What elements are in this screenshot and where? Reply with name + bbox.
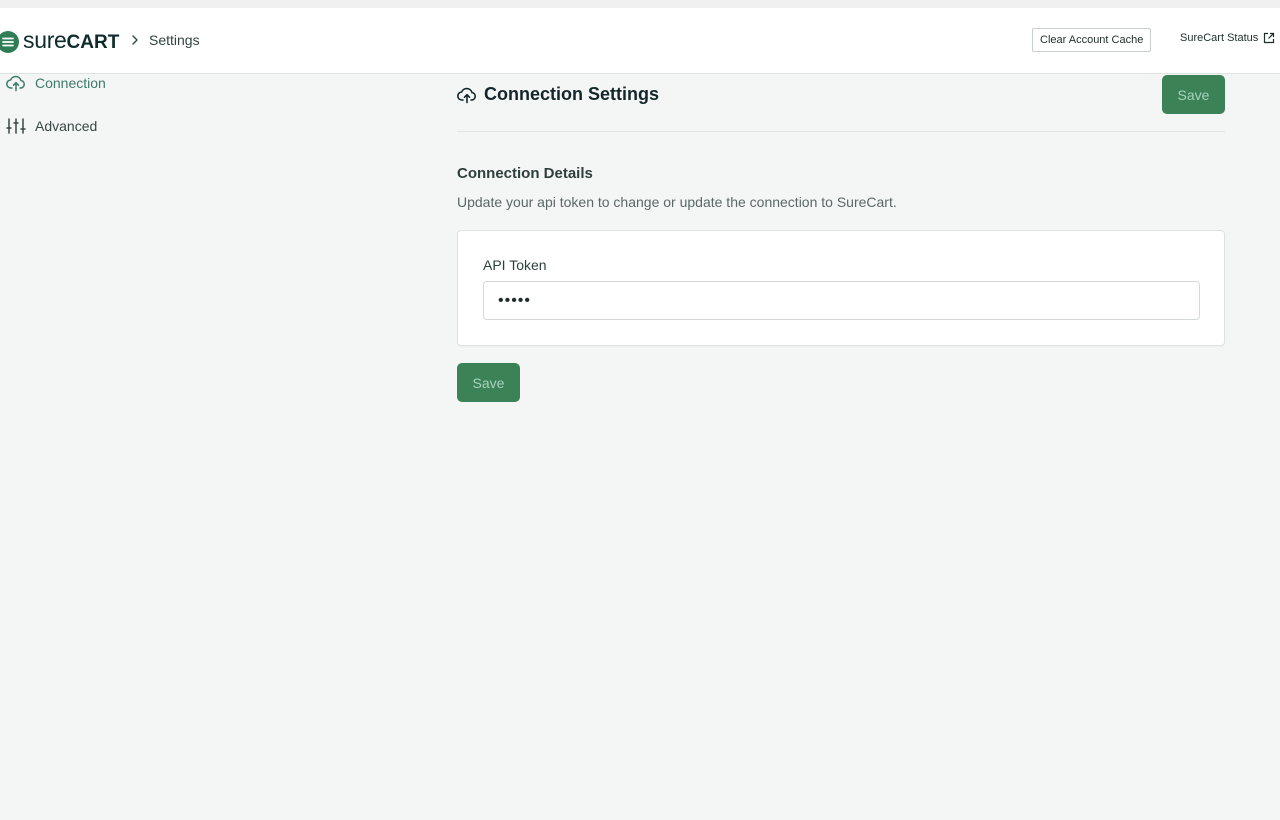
surecart-status-label: SureCart Status xyxy=(1180,32,1259,44)
logo-wordmark: sureCART xyxy=(23,28,119,55)
cloud-upload-icon xyxy=(457,86,477,104)
chevron-right-icon xyxy=(132,35,138,45)
page-header: Connection Settings Save xyxy=(457,74,1225,132)
top-strip xyxy=(0,0,1280,8)
page-title: Connection Settings xyxy=(457,84,659,105)
surecart-logo[interactable]: sureCART xyxy=(0,28,119,55)
breadcrumb-page: Settings xyxy=(149,32,200,48)
surecart-status-link[interactable]: SureCart Status xyxy=(1180,32,1275,44)
clear-account-cache-button[interactable]: Clear Account Cache xyxy=(1032,28,1152,52)
api-token-card: API Token xyxy=(457,230,1225,346)
section-description: Update your api token to change or updat… xyxy=(457,194,897,210)
logo-wordmark-light: sure xyxy=(23,27,67,53)
section-title: Connection Details xyxy=(457,165,593,182)
sidebar-item-connection[interactable]: Connection xyxy=(6,74,106,92)
external-link-icon xyxy=(1264,32,1275,44)
cloud-upload-icon xyxy=(6,74,26,92)
header-bar: sureCART Settings Clear Account Cache Su… xyxy=(0,8,1280,74)
sidebar-item-label: Connection xyxy=(35,75,106,91)
sidebar-item-label: Advanced xyxy=(35,118,98,134)
sidebar-item-advanced[interactable]: Advanced xyxy=(6,117,97,135)
api-token-input[interactable] xyxy=(483,281,1200,320)
save-button-bottom[interactable]: Save xyxy=(457,363,520,402)
surecart-logo-icon xyxy=(0,30,19,53)
sliders-icon xyxy=(6,117,26,135)
page-title-text: Connection Settings xyxy=(484,84,659,104)
logo-wordmark-bold: CART xyxy=(66,32,120,53)
api-token-label: API Token xyxy=(483,257,547,273)
save-button[interactable]: Save xyxy=(1162,75,1225,114)
